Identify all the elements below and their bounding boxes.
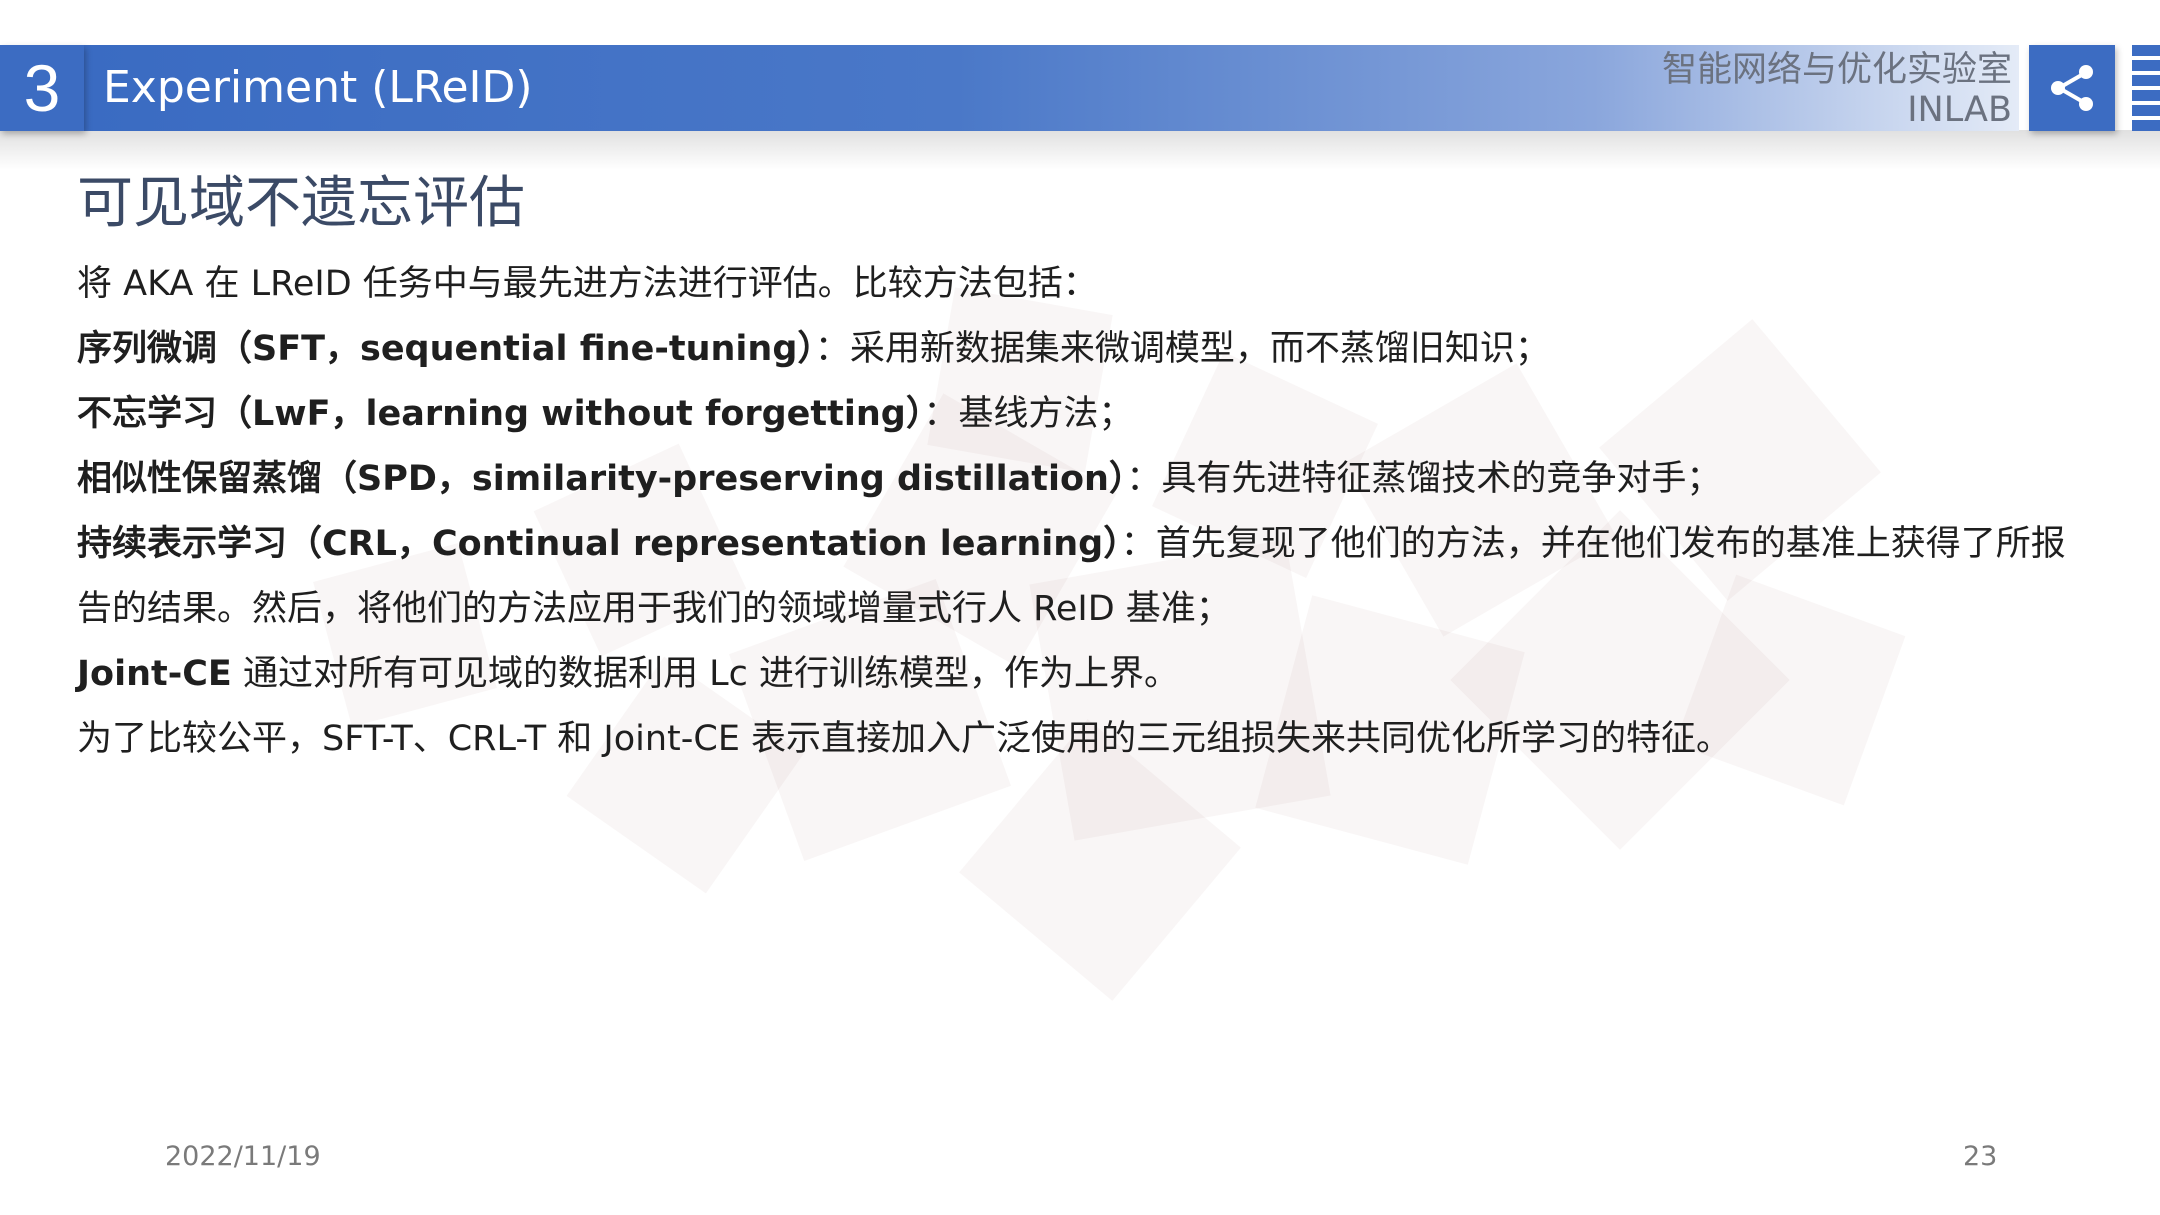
method-item-lwf: 不忘学习（LwF，learning without forgetting）：基线… [77, 382, 2087, 447]
method-desc: 通过对所有可见域的数据利用 Lc 进行训练模型，作为上界。 [231, 654, 1179, 694]
slide-content: 将 AKA 在 LReID 任务中与最先进方法进行评估。比较方法包括： 序列微调… [77, 252, 2087, 772]
method-item-joint-ce: Joint-CE 通过对所有可见域的数据利用 Lc 进行训练模型，作为上界。 [77, 642, 2087, 707]
method-item-crl: 持续表示学习（CRL，Continual representation lear… [77, 512, 2087, 642]
intro-text: 将 AKA 在 LReID 任务中与最先进方法进行评估。比较方法包括： [77, 264, 1098, 304]
header-title: Experiment (LReID) [103, 62, 533, 113]
share-button[interactable] [2029, 45, 2115, 131]
method-term: 不忘学习（LwF，learning without forgetting） [77, 394, 924, 434]
share-icon [2051, 65, 2093, 111]
slide: 3 Experiment (LReID) 智能网络与优化实验室 INLAB 可见… [0, 0, 2160, 1215]
footer-date: 2022/11/19 [165, 1141, 321, 1172]
section-number: 3 [0, 45, 84, 131]
method-item-spd: 相似性保留蒸馏（SPD，similarity-preserving distil… [77, 447, 2087, 512]
page-number: 23 [1963, 1141, 1998, 1172]
lab-name: 智能网络与优化实验室 INLAB [1662, 50, 2012, 130]
method-term: 序列微调（SFT，sequential fine-tuning） [77, 329, 815, 369]
method-item-sft: 序列微调（SFT，sequential fine-tuning）：采用新数据集来… [77, 317, 2087, 382]
lab-name-cn: 智能网络与优化实验室 [1661, 50, 2012, 90]
closing-text: 为了比较公平，SFT-T、CRL-T 和 Joint-CE 表示直接加入广泛使用… [77, 719, 1732, 759]
method-term: 持续表示学习（CRL，Continual representation lear… [77, 524, 1121, 564]
lab-name-en: INLAB [1907, 90, 2012, 130]
method-term: 相似性保留蒸馏（SPD，similarity-preserving distil… [77, 459, 1127, 499]
header-shadow [0, 130, 2160, 170]
method-desc: ：具有先进特征蒸馏技术的竞争对手； [1126, 459, 1722, 499]
method-term: Joint-CE [77, 654, 232, 694]
slide-subtitle: 可见域不遗忘评估 [77, 171, 525, 236]
edge-stripes [2132, 45, 2160, 131]
method-desc: ：采用新数据集来微调模型，而不蒸馏旧知识； [814, 329, 1550, 369]
method-desc: ：基线方法； [923, 394, 1134, 434]
